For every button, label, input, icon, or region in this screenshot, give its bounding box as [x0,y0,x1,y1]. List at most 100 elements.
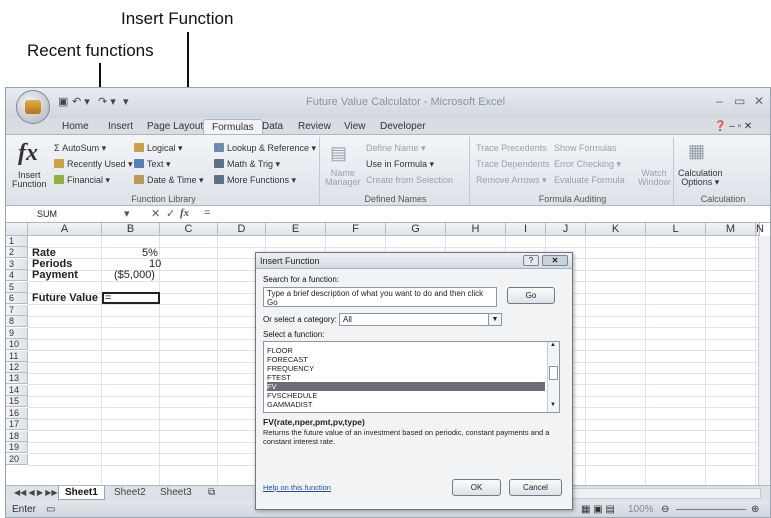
cancel-button[interactable]: Cancel [509,479,562,496]
zoom-in-icon[interactable]: ⊕ [751,501,759,517]
select-all-corner[interactable] [6,223,28,236]
insert-function-icon[interactable]: fx [180,207,189,219]
macro-record-icon[interactable]: ▭ [46,501,55,517]
minimize-button[interactable]: – [716,94,723,108]
insert-function-button[interactable]: Insert Function [12,171,47,189]
tab-sheet2[interactable]: Sheet2 [108,486,152,500]
function-item-floor[interactable]: FLOOR [267,346,545,355]
cell-b4[interactable]: ($5,000) [114,270,155,281]
define-name-button[interactable]: Define Name ▾ [366,143,426,154]
column-header-g-6[interactable]: G [386,223,446,236]
cell-a4[interactable]: Payment [32,270,78,281]
tab-data[interactable]: Data [254,119,291,134]
vertical-scrollbar[interactable] [758,236,770,485]
zoom-out-icon[interactable]: ⊖ [661,501,669,517]
column-header-i-8[interactable]: I [506,223,546,236]
zoom-level[interactable]: 100% [628,501,654,517]
column-header-l-11[interactable]: L [646,223,706,236]
logical-button[interactable]: Logical ▾ [134,143,183,154]
date-time-button[interactable]: Date & Time ▾ [134,175,204,186]
row-header-17[interactable]: 17 [6,419,28,431]
ok-button[interactable]: OK [452,479,501,496]
row-header-14[interactable]: 14 [6,384,28,396]
lookup-reference-button[interactable]: Lookup & Reference ▾ [214,143,316,154]
dialog-close-icon[interactable]: ✕ [542,255,568,266]
row-header-3[interactable]: 3 [6,258,28,270]
dialog-help-icon[interactable]: ? [523,255,539,266]
column-header-d-3[interactable]: D [218,223,266,236]
tab-review[interactable]: Review [290,119,339,134]
column-header-b-1[interactable]: B [102,223,160,236]
row-header-1[interactable]: 1 [6,236,28,247]
row-header-15[interactable]: 15 [6,396,28,408]
column-header-j-9[interactable]: J [546,223,586,236]
row-header-19[interactable]: 19 [6,442,28,454]
function-item-fvschedule[interactable]: FVSCHEDULE [267,391,545,400]
qat-customize-button[interactable]: ▾ [123,95,129,108]
column-header-a-0[interactable]: A [28,223,102,236]
column-header-m-12[interactable]: M [706,223,756,236]
more-functions-button[interactable]: More Functions ▾ [214,175,296,186]
row-header-7[interactable]: 7 [6,304,28,316]
name-manager-button[interactable]: Name Manager [325,169,361,187]
error-checking-button[interactable]: Error Checking ▾ [554,159,621,170]
column-header-e-4[interactable]: E [266,223,326,236]
math-trig-button[interactable]: Math & Trig ▾ [214,159,280,170]
tab-page-layout[interactable]: Page Layout [139,119,211,134]
cell-b6[interactable]: = [105,293,111,304]
zoom-slider[interactable] [676,509,746,510]
column-header-f-5[interactable]: F [326,223,386,236]
tab-home[interactable]: Home [54,119,97,134]
tab-view[interactable]: View [336,119,374,134]
row-header-2[interactable]: 2 [6,247,28,259]
row-header-16[interactable]: 16 [6,407,28,419]
new-sheet-icon[interactable]: ⧉ [202,486,221,500]
formula-input[interactable]: = [204,207,210,219]
row-header-12[interactable]: 12 [6,361,28,373]
cell-a6[interactable]: Future Value [32,293,98,304]
search-input[interactable]: Type a brief description of what you wan… [263,287,497,307]
enter-icon[interactable]: ✓ [166,207,175,220]
row-header-8[interactable]: 8 [6,316,28,328]
remove-arrows-button[interactable]: Remove Arrows ▾ [476,175,547,186]
row-header-5[interactable]: 5 [6,281,28,293]
tab-developer[interactable]: Developer [372,119,434,134]
sheet-nav-buttons[interactable]: ◀◀ ◀ ▶ ▶▶ [8,486,64,500]
function-item-ftest[interactable]: FTEST [267,373,545,382]
cancel-icon[interactable]: ✕ [151,207,160,220]
category-select[interactable]: All ▼ [339,313,502,326]
row-header-4[interactable]: 4 [6,270,28,282]
financial-button[interactable]: Financial ▾ [54,175,110,186]
column-header-c-2[interactable]: C [160,223,218,236]
function-item-gammadist[interactable]: GAMMADIST [267,400,545,409]
recently-used-button[interactable]: Recently Used ▾ [54,159,133,170]
function-list-scrollbar[interactable]: ▲ ▼ [547,342,559,412]
help-icon[interactable]: ❓ – ▫ ✕ [706,119,760,134]
show-formulas-button[interactable]: Show Formulas [554,143,617,153]
function-item-forecast[interactable]: FORECAST [267,355,545,364]
scroll-thumb[interactable] [549,366,558,380]
watch-window-button[interactable]: Watch Window [638,169,670,187]
create-from-selection-button[interactable]: Create from Selection [366,175,453,185]
go-button[interactable]: Go [507,287,555,304]
tab-sheet1[interactable]: Sheet1 [58,486,105,500]
calculation-options-button[interactable]: Calculation Options ▾ [678,169,723,187]
view-buttons[interactable]: ▦ ▣ ▤ [581,501,615,517]
scroll-up-icon[interactable]: ▲ [550,342,556,348]
name-manager-icon[interactable]: ▤ [330,143,347,164]
evaluate-formula-button[interactable]: Evaluate Formula [554,175,625,185]
row-header-20[interactable]: 20 [6,453,28,465]
row-header-10[interactable]: 10 [6,339,28,351]
redo-button[interactable]: ↷ ▾ [98,95,116,108]
row-header-18[interactable]: 18 [6,430,28,442]
tab-sheet3[interactable]: Sheet3 [154,486,198,500]
row-header-6[interactable]: 6 [6,293,28,305]
close-button[interactable]: ✕ [754,94,764,108]
maximize-button[interactable]: ▭ [734,94,745,108]
scroll-down-icon[interactable]: ▼ [550,402,556,408]
column-header-k-10[interactable]: K [586,223,646,236]
row-header-11[interactable]: 11 [6,350,28,362]
tab-insert[interactable]: Insert [100,119,141,134]
row-header-9[interactable]: 9 [6,327,28,339]
office-button[interactable] [16,90,50,124]
